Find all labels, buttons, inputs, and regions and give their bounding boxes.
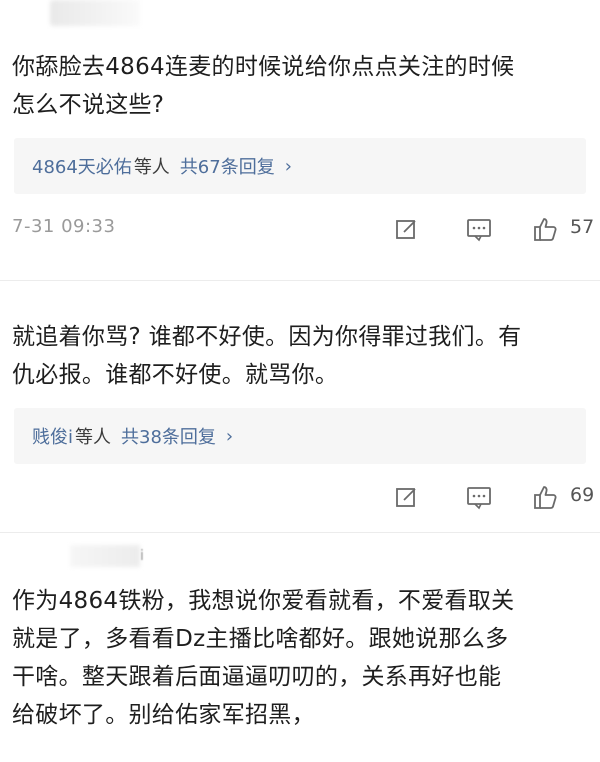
comment-2-text: 就追着你骂? 谁都不好使。因为你得罪过我们。有 仇必报。谁都不好使。就骂你。 <box>12 318 521 394</box>
comment-line: 就是了，多看看Dz主播比啥都好。跟她说那么多 <box>12 626 509 652</box>
divider <box>0 280 600 281</box>
like-count: 57 <box>570 216 595 238</box>
comment-line: 你舔脸去4864连麦的时候说给你点点关注的时候 <box>12 54 515 80</box>
timestamp: 7-31 09:33 <box>12 216 116 237</box>
comment-icon[interactable] <box>466 216 492 242</box>
reply-sep: 等人 <box>133 157 170 178</box>
comment-line: 怎么不说这些? <box>12 92 165 118</box>
comment-line: 作为4864铁粉，我想说你爱看就看，不爱看取关 <box>12 588 515 614</box>
like-icon[interactable] <box>532 216 558 242</box>
comment-line: 仇必报。谁都不好使。就骂你。 <box>12 362 339 388</box>
reply-names: 贱俊i <box>32 427 74 448</box>
comment-icon[interactable] <box>466 484 492 510</box>
comment-3-text: 作为4864铁粉，我想说你爱看就看，不爱看取关 就是了，多看看Dz主播比啥都好。… <box>12 582 514 734</box>
comment-line: 给破坏了。别给佑家军招黑， <box>12 702 315 728</box>
like-icon[interactable] <box>532 484 558 510</box>
edit-icon[interactable] <box>394 216 420 242</box>
comment-1-actions: 7-31 09:33 57 <box>0 208 600 248</box>
blurred-avatar-area <box>50 0 140 26</box>
reply-count: 共38条回复 <box>121 427 216 448</box>
comment-line: 就追着你骂? 谁都不好使。因为你得罪过我们。有 <box>12 324 522 350</box>
reply-sep: 等人 <box>75 427 112 448</box>
replies-link-2[interactable]: 贱俊i 等人 共38条回复 › <box>14 408 586 464</box>
username-fragment[interactable]: i <box>140 548 144 564</box>
edit-icon[interactable] <box>394 484 420 510</box>
divider <box>0 532 600 533</box>
chevron-right-icon: › <box>284 155 292 177</box>
reply-names: 4864天必佑 <box>32 157 132 178</box>
like-count: 69 <box>570 484 595 506</box>
comment-2-actions: 69 <box>0 476 600 516</box>
comment-1-text: 你舔脸去4864连麦的时候说给你点点关注的时候 怎么不说这些? <box>12 48 514 124</box>
blurred-username <box>70 545 140 567</box>
replies-link-1[interactable]: 4864天必佑 等人 共67条回复 › <box>14 138 586 194</box>
chevron-right-icon: › <box>225 425 234 447</box>
comment-line: 干啥。整天跟着后面逼逼叨叨的，关系再好也能 <box>12 664 502 690</box>
reply-count: 共67条回复 <box>179 157 275 178</box>
